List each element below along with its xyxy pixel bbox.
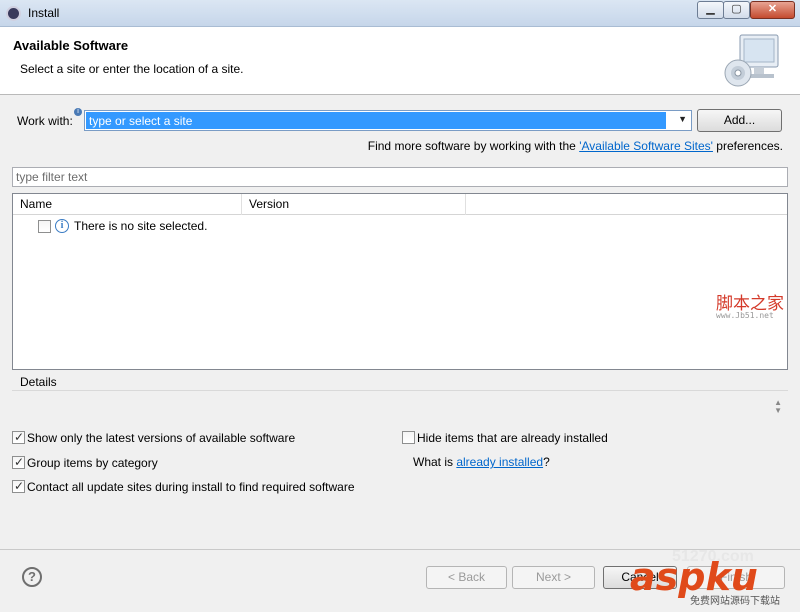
hide-installed-checkbox[interactable] bbox=[402, 431, 415, 444]
what-is-installed-text: What is already installed? bbox=[413, 455, 550, 469]
details-area: ▲ ▼ bbox=[12, 390, 788, 424]
next-button[interactable]: Next > bbox=[512, 566, 595, 589]
column-header-empty bbox=[466, 194, 787, 215]
work-with-combo[interactable]: ▼ bbox=[84, 110, 692, 131]
group-by-category-label[interactable]: Group items by category bbox=[27, 456, 158, 470]
title-bar: Install ▁ ▢ ✕ bbox=[0, 0, 800, 27]
content-assist-hint-icon: i bbox=[74, 108, 82, 116]
hide-installed-label[interactable]: Hide items that are already installed bbox=[417, 431, 608, 445]
table-header: Name Version bbox=[13, 194, 787, 215]
row-checkbox[interactable] bbox=[38, 220, 51, 233]
details-scroll-arrows-icon[interactable]: ▲ ▼ bbox=[774, 399, 782, 415]
window-title: Install bbox=[28, 6, 60, 20]
minimize-button[interactable]: ▁ bbox=[697, 1, 724, 19]
add-site-button[interactable]: Add... bbox=[697, 109, 782, 132]
contact-all-sites-label[interactable]: Contact all update sites during install … bbox=[27, 480, 355, 494]
wizard-header: Available Software Select a site or ente… bbox=[0, 27, 800, 95]
latest-versions-checkbox[interactable] bbox=[12, 430, 25, 444]
filter-input[interactable] bbox=[13, 168, 787, 186]
chevron-down-icon[interactable]: ▼ bbox=[678, 114, 687, 124]
close-button[interactable]: ✕ bbox=[750, 1, 795, 19]
row-label: There is no site selected. bbox=[74, 219, 208, 233]
details-label: Details bbox=[20, 375, 57, 389]
already-installed-link[interactable]: already installed bbox=[456, 455, 543, 469]
work-with-label: Work with: bbox=[17, 114, 73, 128]
page-description: Select a site or enter the location of a… bbox=[20, 62, 244, 76]
watermark-jb51-url: www.Jb51.net bbox=[716, 311, 774, 320]
group-by-category-checkbox[interactable] bbox=[12, 455, 25, 469]
info-icon: i bbox=[55, 219, 69, 233]
software-table[interactable]: Name Version i There is no site selected… bbox=[12, 193, 788, 370]
filter-field[interactable] bbox=[12, 167, 788, 187]
help-icon[interactable]: ? bbox=[22, 567, 42, 587]
column-header-name[interactable]: Name bbox=[13, 194, 242, 215]
table-row[interactable]: i There is no site selected. bbox=[13, 216, 787, 236]
install-computer-icon bbox=[724, 34, 779, 87]
watermark-aspku-subtitle: 免费网站源码下载站 bbox=[690, 596, 780, 607]
page-title: Available Software bbox=[13, 38, 129, 53]
latest-versions-label[interactable]: Show only the latest versions of availab… bbox=[27, 431, 295, 445]
maximize-button[interactable]: ▢ bbox=[723, 1, 750, 19]
eclipse-app-icon bbox=[6, 6, 21, 21]
column-header-version[interactable]: Version bbox=[242, 194, 466, 215]
available-software-sites-link[interactable]: 'Available Software Sites' bbox=[579, 139, 713, 153]
find-more-text: Find more software by working with the '… bbox=[367, 139, 783, 153]
back-button[interactable]: < Back bbox=[426, 566, 507, 589]
work-with-input[interactable] bbox=[86, 112, 666, 129]
contact-all-sites-checkbox[interactable] bbox=[12, 479, 25, 493]
